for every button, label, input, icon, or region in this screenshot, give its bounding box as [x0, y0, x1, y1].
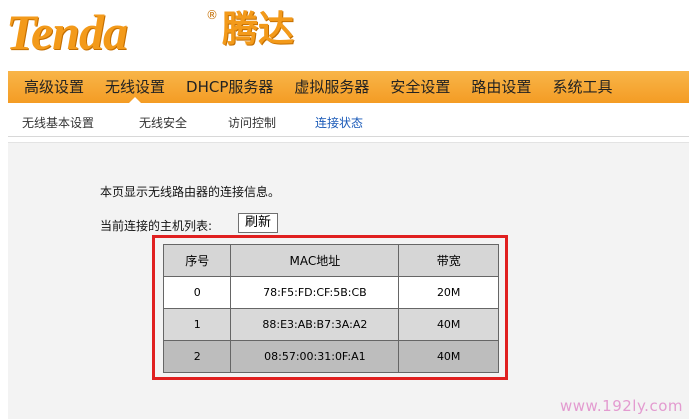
brand-logo: Tenda — [6, 4, 128, 60]
hosts-list-label: 当前连接的主机列表: — [100, 219, 213, 233]
brand-logo-cn: 腾达 — [222, 9, 295, 50]
intro-text: 本页显示无线路由器的连接信息。 — [100, 185, 281, 199]
nav-wireless-settings[interactable]: 无线设置 — [105, 71, 165, 103]
header-bandwidth: 带宽 — [398, 244, 499, 277]
header-mac: MAC地址 — [230, 244, 400, 277]
cell-bandwidth: 40M — [398, 340, 499, 373]
table-header-row: 序号 MAC地址 带宽 — [162, 244, 499, 277]
header: Tenda ® 腾达 — [0, 0, 689, 70]
cell-index: 0 — [162, 276, 232, 309]
sub-nav-connection-status[interactable]: 连接状态 — [315, 115, 363, 131]
sub-nav-wireless-security[interactable]: 无线安全 — [139, 115, 187, 131]
header-index: 序号 — [162, 244, 232, 277]
content-panel: 本页显示无线路由器的连接信息。 当前连接的主机列表: 刷新 序号 MAC地址 带… — [8, 142, 689, 419]
sub-nav-wireless-basic[interactable]: 无线基本设置 — [22, 115, 94, 131]
cell-mac: 08:57:00:31:0F:A1 — [230, 340, 400, 373]
nav-security-settings[interactable]: 安全设置 — [390, 71, 450, 103]
registered-mark: ® — [206, 8, 218, 22]
refresh-button[interactable]: 刷新 — [238, 213, 279, 233]
nav-virtual-server[interactable]: 虚拟服务器 — [294, 71, 369, 103]
table-row: 2 08:57:00:31:0F:A1 40M — [162, 340, 499, 373]
watermark: www.192ly.com — [559, 397, 683, 415]
table-row: 0 78:F5:FD:CF:5B:CB 20M — [162, 276, 499, 309]
cell-index: 2 — [162, 340, 232, 373]
sub-nav-access-control[interactable]: 访问控制 — [228, 115, 276, 131]
nav-system-tools[interactable]: 系统工具 — [552, 71, 612, 103]
connected-hosts-table: 序号 MAC地址 带宽 0 78:F5:FD:CF:5B:CB 20M 1 88… — [162, 244, 499, 373]
main-nav: 高级设置 无线设置 DHCP服务器 虚拟服务器 安全设置 路由设置 系统工具 — [8, 71, 689, 103]
cell-bandwidth: 40M — [398, 308, 499, 341]
sub-nav: 无线基本设置 无线安全 访问控制 连接状态 — [8, 103, 689, 137]
cell-mac: 88:E3:AB:B7:3A:A2 — [230, 308, 400, 341]
cell-bandwidth: 20M — [398, 276, 499, 309]
cell-index: 1 — [162, 308, 232, 341]
nav-advanced-settings[interactable]: 高级设置 — [24, 71, 84, 103]
nav-dhcp-server[interactable]: DHCP服务器 — [186, 71, 273, 103]
table-row: 1 88:E3:AB:B7:3A:A2 40M — [162, 308, 499, 341]
nav-routing-settings[interactable]: 路由设置 — [471, 71, 531, 103]
cell-mac: 78:F5:FD:CF:5B:CB — [230, 276, 400, 309]
